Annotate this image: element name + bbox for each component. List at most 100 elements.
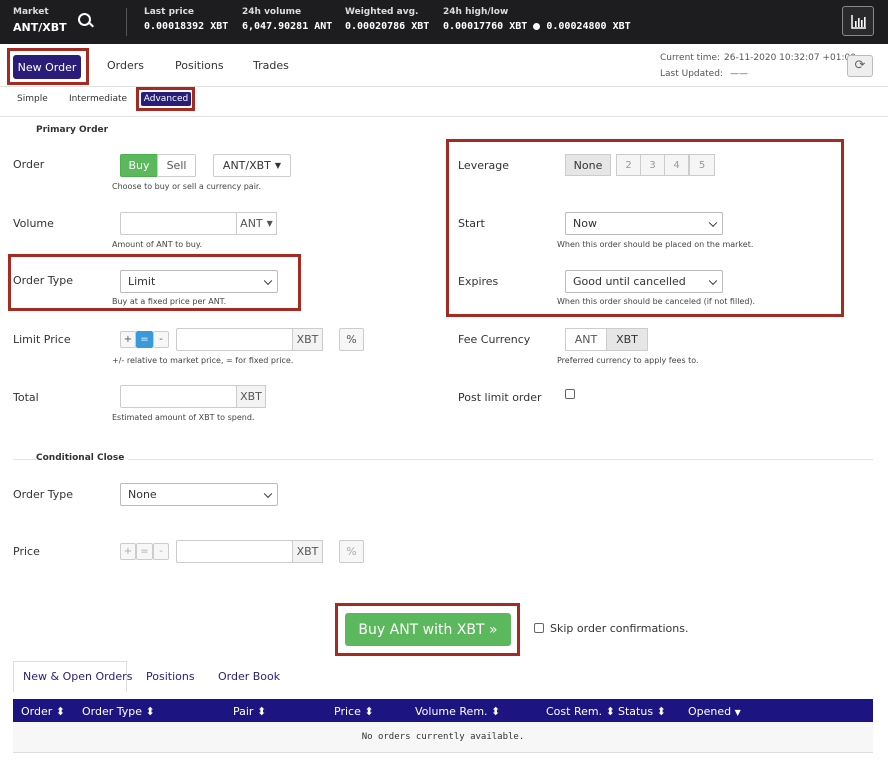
leverage-4-button[interactable]: 4 xyxy=(664,154,689,176)
order-type-label: Order Type xyxy=(13,274,74,287)
order-type-value: Limit xyxy=(128,275,156,288)
expires-hint: When this order should be canceled (if n… xyxy=(557,297,756,306)
market-info[interactable]: Market ANT/XBT xyxy=(13,7,67,34)
col-opened-label: Opened xyxy=(688,705,732,718)
col-status[interactable]: Status ⬍ xyxy=(618,705,666,718)
col-cost-rem-label: Cost Rem. xyxy=(546,705,603,718)
sort-desc-icon: ▼ xyxy=(734,708,741,717)
relative-plus-button[interactable]: + xyxy=(120,331,136,348)
orders-table-header: Order ⬍ Order Type ⬍ Pair ⬍ Price ⬍ Volu… xyxy=(13,699,873,722)
current-time-value: 26-11-2020 10:32:07 +01:00 xyxy=(724,53,856,63)
market-pair: ANT/XBT xyxy=(13,21,67,34)
conditional-minus-button[interactable]: - xyxy=(153,543,169,560)
post-limit-label: Post limit order xyxy=(458,391,542,404)
divider xyxy=(13,459,873,460)
col-order[interactable]: Order ⬍ xyxy=(21,705,65,718)
conditional-order-type-select[interactable]: None xyxy=(120,483,278,506)
fee-ant-button[interactable]: ANT xyxy=(565,328,607,351)
fee-currency-hint: Preferred currency to apply fees to. xyxy=(557,356,699,365)
dot-separator xyxy=(533,22,541,30)
volume-stat: 24h volume 6,047.90281 ANT xyxy=(242,7,332,32)
chevron-down-icon xyxy=(708,276,718,285)
last-updated: Last Updated: —— xyxy=(660,69,748,79)
col-order-type-label: Order Type xyxy=(82,705,143,718)
fixed-price-button[interactable]: = xyxy=(136,331,153,348)
limit-price-unit: XBT xyxy=(292,328,323,351)
conditional-percent-button[interactable]: % xyxy=(339,540,364,563)
market-top-bar: Market ANT/XBT Last price 0.00018392 XBT… xyxy=(0,0,888,44)
col-volume-rem-label: Volume Rem. xyxy=(415,705,488,718)
conditional-order-type-label: Order Type xyxy=(13,488,74,501)
limit-price-label: Limit Price xyxy=(13,333,71,346)
expires-label: Expires xyxy=(458,275,499,288)
tab-bottom-positions[interactable]: Positions xyxy=(146,670,195,683)
expires-value: Good until cancelled xyxy=(573,275,686,288)
col-opened[interactable]: Opened ▼ xyxy=(688,705,741,718)
percent-button[interactable]: % xyxy=(339,328,364,351)
search-icon[interactable] xyxy=(78,13,91,26)
fee-xbt-button[interactable]: XBT xyxy=(606,328,648,351)
buy-ant-with-xbt-button[interactable]: Buy ANT with XBT » xyxy=(345,613,511,646)
conditional-equals-button[interactable]: = xyxy=(136,543,153,560)
start-select[interactable]: Now xyxy=(565,212,723,235)
col-status-label: Status xyxy=(618,705,654,718)
chart-button[interactable] xyxy=(842,6,874,36)
volume-input[interactable] xyxy=(120,212,237,235)
subtab-advanced[interactable]: Advanced xyxy=(141,92,191,106)
post-limit-checkbox[interactable] xyxy=(565,389,575,399)
col-price-label: Price xyxy=(334,705,361,718)
total-input[interactable] xyxy=(120,385,237,408)
order-type-select[interactable]: Limit xyxy=(120,270,278,293)
tab-orders[interactable]: Orders xyxy=(107,59,144,72)
total-label: Total xyxy=(13,391,39,404)
high-value: 0.00017760 XBT xyxy=(443,21,528,32)
last-price-value: 0.00018392 XBT xyxy=(144,21,229,32)
tab-new-order[interactable]: New Order xyxy=(13,55,81,79)
expires-select[interactable]: Good until cancelled xyxy=(565,270,723,293)
tab-positions[interactable]: Positions xyxy=(175,59,224,72)
chevron-down-icon xyxy=(263,276,273,285)
buy-button[interactable]: Buy xyxy=(120,154,158,177)
col-volume-rem[interactable]: Volume Rem. ⬍ xyxy=(415,705,500,718)
skip-confirmations-checkbox[interactable] xyxy=(534,623,544,633)
tab-order-book[interactable]: Order Book xyxy=(218,670,280,683)
volume-unit-dropdown[interactable]: ANT ▼ xyxy=(236,212,277,235)
col-price[interactable]: Price ⬍ xyxy=(334,705,374,718)
volume-label: 24h volume xyxy=(242,7,302,17)
order-label: Order xyxy=(13,158,45,171)
col-order-label: Order xyxy=(21,705,53,718)
leverage-5-button[interactable]: 5 xyxy=(689,154,715,176)
col-pair[interactable]: Pair ⬍ xyxy=(233,705,266,718)
relative-minus-button[interactable]: - xyxy=(153,331,169,348)
tab-trades[interactable]: Trades xyxy=(253,59,289,72)
tab-new-open-orders[interactable]: New & Open Orders xyxy=(23,670,132,683)
leverage-label: Leverage xyxy=(458,159,509,172)
col-cost-rem[interactable]: Cost Rem. ⬍ xyxy=(546,705,615,718)
chevron-down-icon xyxy=(708,218,718,227)
pair-dropdown[interactable]: ANT/XBT ▼ xyxy=(213,154,291,177)
high-low-value: 0.00017760 XBT 0.00024800 XBT xyxy=(443,21,631,32)
refresh-icon: ⟳ xyxy=(854,58,866,73)
volume-hint: Amount of ANT to buy. xyxy=(112,240,202,249)
total-unit: XBT xyxy=(236,385,266,408)
high-low-label: 24h high/low xyxy=(443,7,509,17)
conditional-plus-button[interactable]: + xyxy=(120,543,136,560)
empty-orders-message: No orders currently available. xyxy=(361,732,525,742)
leverage-none-button[interactable]: None xyxy=(565,154,611,176)
conditional-price-input[interactable] xyxy=(176,540,293,563)
limit-price-input[interactable] xyxy=(176,328,293,351)
primary-order-heading: Primary Order xyxy=(36,125,109,135)
leverage-3-button[interactable]: 3 xyxy=(640,154,665,176)
col-order-type[interactable]: Order Type ⬍ xyxy=(82,705,155,718)
subtab-intermediate[interactable]: Intermediate xyxy=(69,94,127,104)
subtab-simple[interactable]: Simple xyxy=(17,94,48,104)
conditional-order-type-value: None xyxy=(128,488,157,501)
sell-button[interactable]: Sell xyxy=(157,154,196,177)
market-label: Market xyxy=(13,7,49,17)
divider xyxy=(0,86,888,87)
volume-value: 6,047.90281 ANT xyxy=(242,21,333,32)
leverage-2-button[interactable]: 2 xyxy=(616,154,641,176)
refresh-button[interactable]: ⟳ xyxy=(847,55,873,77)
current-time: Current time: 26-11-2020 10:32:07 +01:00 xyxy=(660,53,856,63)
volume-unit: ANT xyxy=(240,217,263,230)
